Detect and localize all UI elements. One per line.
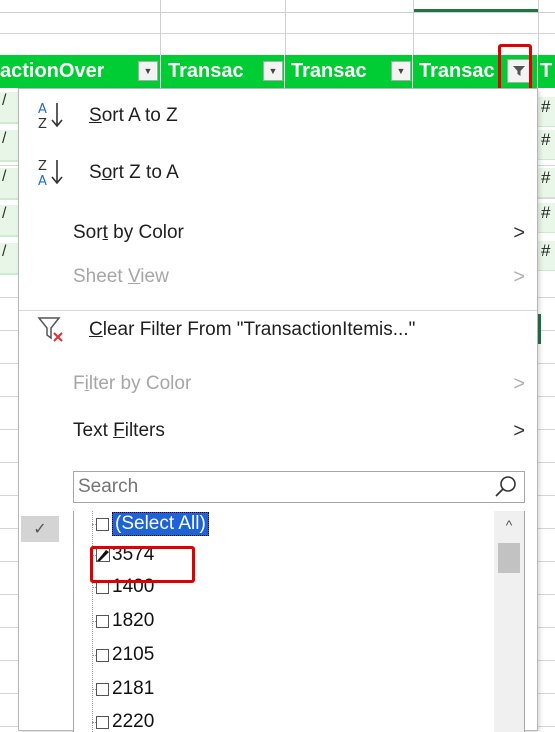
menu-item-label: Clear Filter From "TransactionItemis..." [89,319,416,340]
svg-text:Z: Z [38,117,47,132]
right-cell: # [538,130,555,160]
filter-dropdown-button[interactable]: ▼ [263,61,283,81]
chevron-down-icon: ▼ [268,66,278,76]
checkbox[interactable] [96,682,109,696]
list-item[interactable]: 2220 [96,709,154,732]
menu-item-label: Sort Z to A [89,162,179,183]
table-header-row: actionOver Transac Transac Transac T ▼ ▼… [0,55,555,88]
chevron-up-icon[interactable]: ^ [494,517,524,539]
chevron-down-icon: ▼ [396,66,406,76]
clear-filter-icon [37,317,63,342]
chevron-right-icon: > [513,221,525,244]
menu-item-sort-by-color[interactable]: Sort by Color > [19,213,537,253]
checkbox[interactable] [96,715,109,729]
left-cell: / [0,92,20,124]
list-item-select-all[interactable]: (Select All) [96,511,209,537]
menu-item-label: Sort A to Z [89,105,178,126]
active-cell-edge [538,314,541,344]
right-cell: # [538,203,555,233]
list-item[interactable]: 2105 [96,642,154,668]
search-box [73,471,525,503]
list-item[interactable]: 1820 [96,608,154,634]
chevron-right-icon: > [513,265,525,288]
search-input[interactable] [74,475,480,499]
chevron-down-icon: ▼ [143,66,153,76]
left-cell: / [0,205,20,237]
chevron-right-icon: > [513,372,525,395]
svg-text:Z: Z [38,159,47,174]
left-cell: / [0,243,20,275]
list-item-label: 2181 [112,678,155,699]
header-cell-label: actionOver [0,60,105,82]
header-cell-label: Transac [419,60,495,82]
left-cell: / [0,168,20,200]
list-item-label: (Select All) [112,512,209,536]
menu-item-sheet-view: Sheet View > [19,257,537,297]
menu-item-label: Text Filters [73,420,165,441]
filter-dropdown-button[interactable]: ▼ [138,61,158,81]
sort-a-to-z-icon: A Z [38,102,63,132]
menu-item-label: Filter by Color [73,373,192,394]
right-cell: # [538,241,555,271]
svg-text:A: A [38,102,47,117]
highlight-box-value-3574 [90,546,195,583]
list-scrollbar[interactable]: ^ [494,511,524,732]
right-cell: # [538,97,555,127]
sort-z-to-a-icon: Z A [38,159,63,189]
search-icon[interactable] [494,475,518,499]
menu-item-clear-filter[interactable]: Clear Filter From "TransactionItemis..." [19,310,537,350]
checkbox[interactable] [96,648,109,662]
menu-item-sort-a-to-z[interactable]: A Z Sort A to Z [19,96,537,136]
checkbox[interactable] [96,517,109,531]
menu-item-filter-by-color: Filter by Color > [19,364,537,404]
list-item-label: 2220 [112,711,155,732]
menu-item-label: Sheet View [73,266,169,287]
column-header-strip [0,0,555,13]
scrollbar-thumb[interactable] [498,543,520,573]
list-item-label: 2105 [112,644,155,665]
menu-item-label: Sort by Color [73,222,184,243]
list-item[interactable]: 2181 [96,676,154,702]
header-cell-label: Transac [291,60,367,82]
menu-item-text-filters[interactable]: Text Filters > [19,411,537,451]
header-cell-1[interactable]: actionOver [0,55,161,88]
header-cell-label: T [540,60,553,82]
filter-value-list: (Select All) 3574 1400 1820 2105 2181 22… [73,511,525,732]
filter-dropdown-menu: A Z Sort A to Z Z A Sort Z to A Sort by … [18,88,538,732]
svg-text:A: A [38,174,47,189]
checkbox[interactable] [96,614,109,628]
filter-dropdown-button[interactable]: ▼ [391,61,411,81]
left-cell: / [0,130,20,162]
list-item-label: 1820 [112,610,155,631]
checkmark-icon: ✓ [21,516,59,542]
header-cell-5[interactable]: T [538,55,555,88]
header-cell-label: Transac [168,60,244,82]
chevron-right-icon: > [513,419,525,442]
right-cell: # [538,168,555,198]
menu-item-sort-z-to-a[interactable]: Z A Sort Z to A [19,153,537,193]
